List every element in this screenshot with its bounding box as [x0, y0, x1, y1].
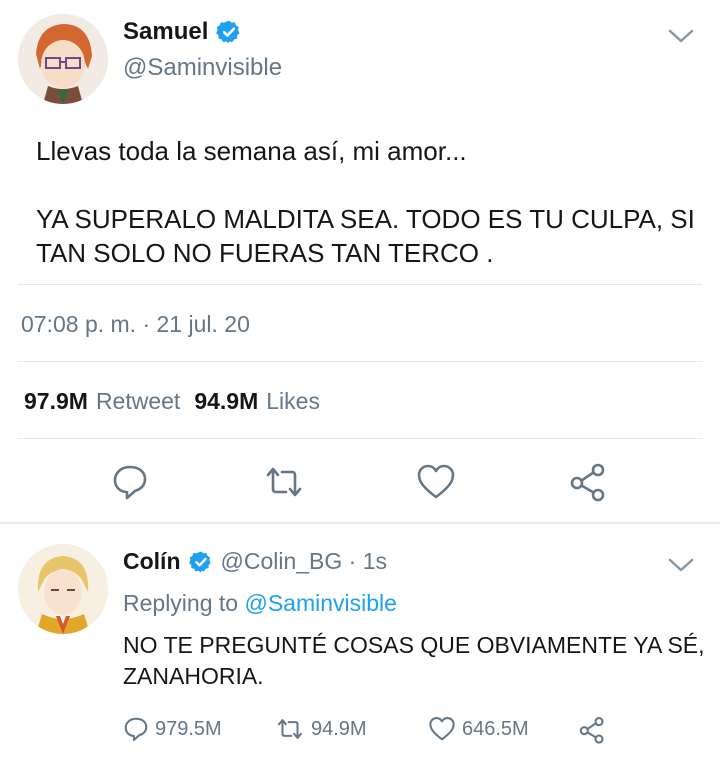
- chevron-down-icon[interactable]: [667, 27, 695, 45]
- verified-badge-icon: [216, 20, 240, 44]
- chevron-down-icon[interactable]: [667, 556, 695, 574]
- like-icon: [417, 464, 455, 499]
- retweets-count[interactable]: 97.9M: [24, 388, 88, 415]
- reply-retweet-button[interactable]: 94.9M: [275, 716, 367, 742]
- tweet-text: Llevas toda la semana así, mi amor... YA…: [36, 136, 695, 268]
- reply-author-name[interactable]: Colín: [123, 548, 181, 575]
- like-icon: [429, 717, 455, 741]
- main-tweet: Samuel @Saminvisible Llevas toda la sema…: [0, 0, 720, 525]
- likes-count[interactable]: 94.9M: [194, 388, 258, 415]
- divider: [18, 284, 702, 285]
- divider: [18, 438, 702, 439]
- reply-reply-button[interactable]: 979.5M: [123, 716, 222, 742]
- reply-actions: 979.5M 94.9M 646.5M: [123, 716, 613, 746]
- likes-label[interactable]: Likes: [266, 388, 320, 415]
- reply-text: NO TE PREGUNTÉ COSAS QUE OBVIAMENTE YA S…: [123, 632, 705, 689]
- reply-author-row: Colín @Colin_BG · 1s: [123, 548, 387, 575]
- reply-retweet-count: 94.9M: [311, 717, 367, 740]
- avatar-image: [18, 14, 108, 104]
- author-name[interactable]: Samuel: [123, 18, 208, 46]
- share-icon: [579, 717, 604, 744]
- avatar[interactable]: [18, 544, 108, 634]
- share-button[interactable]: [568, 462, 608, 502]
- reply-icon: [124, 717, 148, 741]
- retweet-icon: [266, 467, 302, 497]
- author-handle[interactable]: @Saminvisible: [123, 54, 282, 82]
- replying-to-label: Replying to: [123, 590, 245, 616]
- retweets-label[interactable]: Retweet: [96, 388, 180, 415]
- tweet-timestamp[interactable]: 07:08 p. m. · 21 jul. 20: [21, 311, 250, 338]
- avatar[interactable]: [18, 14, 108, 104]
- reply-tweet[interactable]: Colín @Colin_BG · 1s Replying to @Saminv…: [0, 524, 720, 761]
- reply-like-count: 646.5M: [462, 717, 529, 740]
- like-button[interactable]: [416, 462, 456, 502]
- avatar-image: [18, 544, 108, 634]
- retweet-icon: [278, 719, 302, 739]
- share-icon: [570, 463, 605, 502]
- reply-icon: [113, 465, 147, 500]
- retweet-button[interactable]: [264, 462, 304, 502]
- divider: [18, 361, 702, 362]
- verified-badge-icon: [188, 551, 211, 572]
- replying-to-mention[interactable]: @Saminvisible: [244, 590, 396, 616]
- reply-like-button[interactable]: 646.5M: [428, 716, 529, 742]
- reply-share-button[interactable]: [578, 716, 606, 744]
- author-row: Samuel: [123, 18, 242, 46]
- replying-to: Replying to @Saminvisible: [123, 590, 397, 617]
- reply-reply-count: 979.5M: [155, 717, 222, 740]
- reply-button[interactable]: [110, 462, 150, 502]
- reply-handle-time[interactable]: @Colin_BG · 1s: [221, 548, 388, 575]
- tweet-stats: 97.9M Retweet 94.9M Likes: [24, 388, 334, 415]
